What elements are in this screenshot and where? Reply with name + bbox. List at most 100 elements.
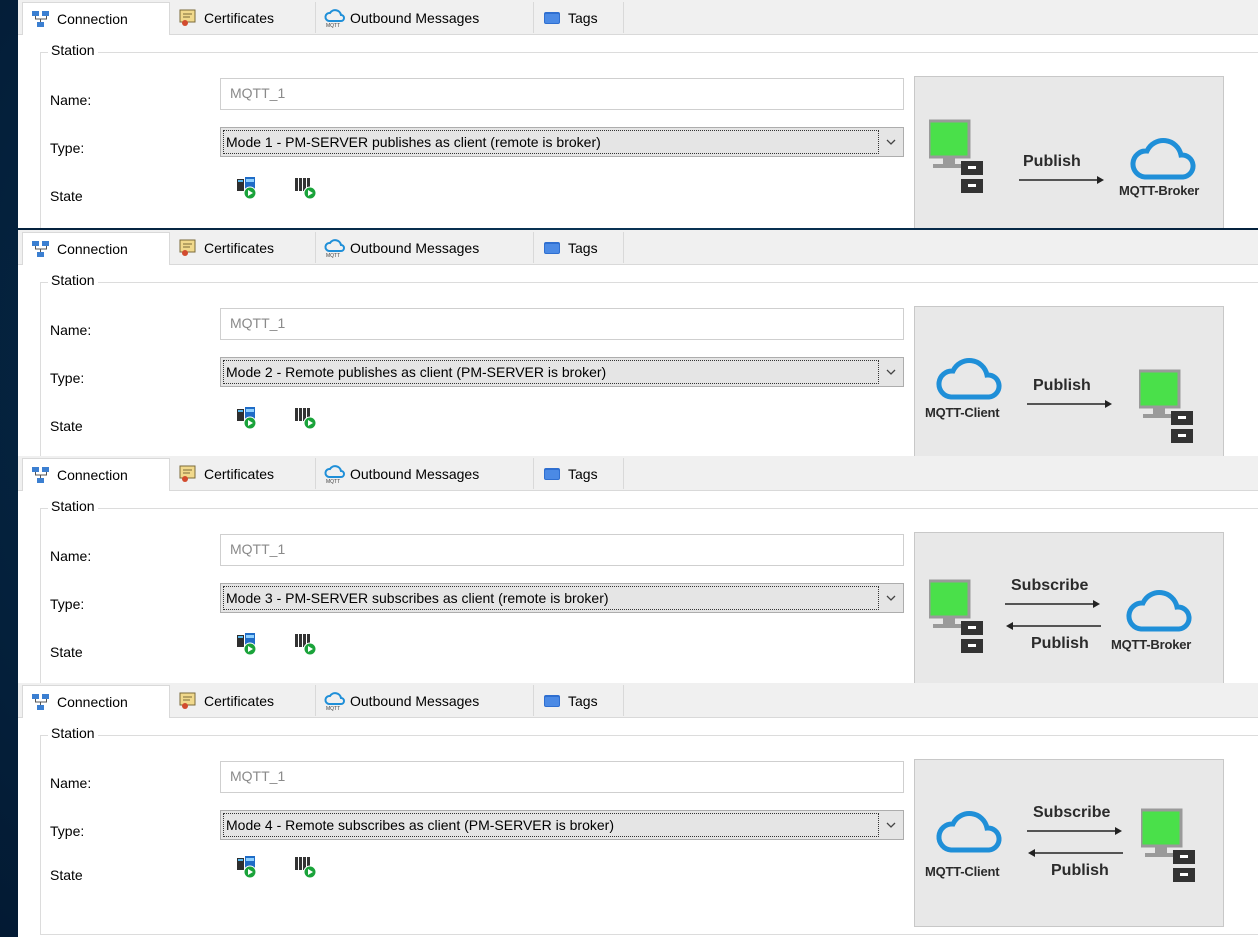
chevron-down-icon	[886, 822, 896, 828]
server-start-icon[interactable]	[236, 632, 260, 656]
tab-certificates[interactable]: Certificates	[170, 685, 316, 716]
tab-connection[interactable]: Connection	[22, 458, 170, 491]
pm-server-computer-icon	[1141, 808, 1195, 882]
state-label: State	[50, 644, 83, 660]
type-selected-value: Mode 3 - PM-SERVER subscribes as client …	[223, 586, 879, 610]
name-field[interactable]: MQTT_1	[220, 761, 904, 793]
certificate-icon	[178, 691, 198, 711]
tab-outbound-messages[interactable]: MQTT Outbound Messages	[316, 2, 534, 33]
device-rack-start-icon[interactable]	[294, 176, 318, 200]
mqtt-station-panel-4: Connection Certificates MQTT Outbound Me…	[18, 683, 1258, 937]
svg-text:MQTT: MQTT	[326, 479, 340, 484]
station-group-label: Station	[48, 725, 98, 741]
tab-connection[interactable]: Connection	[22, 232, 170, 265]
certificate-icon	[178, 238, 198, 258]
mode-diagram: Publish MQTT-Broker	[914, 76, 1224, 228]
name-label: Name:	[50, 322, 92, 338]
pm-server-computer-icon	[929, 119, 983, 193]
tab-bar: Connection Certificates MQTT Outbound Me…	[18, 683, 1258, 718]
diagram-node-label: MQTT-Broker	[1119, 183, 1200, 198]
station-group-label: Station	[48, 272, 98, 288]
tab-connection[interactable]: Connection	[22, 2, 170, 35]
type-dropdown[interactable]: Mode 4 - Remote subscribes as client (PM…	[220, 810, 904, 840]
mqtt-station-panel-2: Connection Certificates MQTT Outbound Me…	[18, 230, 1258, 458]
tab-certificates-label: Certificates	[204, 239, 275, 256]
diagram-arrow-bottom-label: Publish	[1051, 862, 1109, 879]
cloud-icon	[1126, 590, 1192, 632]
type-label: Type:	[50, 596, 85, 612]
tab-tags-label: Tags	[568, 9, 598, 26]
tab-tags-label: Tags	[568, 692, 598, 709]
network-icon	[31, 239, 51, 259]
tab-outbound-messages[interactable]: MQTT Outbound Messages	[316, 232, 534, 263]
tab-connection-label: Connection	[57, 241, 128, 257]
tab-tags[interactable]: Tags	[534, 685, 624, 716]
type-selected-value: Mode 4 - Remote subscribes as client (PM…	[223, 813, 879, 837]
diagram-arrow-top-label: Publish	[1033, 377, 1091, 394]
arrow-right-icon	[1019, 176, 1104, 184]
network-icon	[31, 465, 51, 485]
arrow-right-icon	[1005, 600, 1100, 608]
tab-bar: Connection Certificates MQTT Outbound Me…	[18, 0, 1258, 35]
tab-tags-label: Tags	[568, 465, 598, 482]
state-label: State	[50, 418, 83, 434]
device-rack-start-icon[interactable]	[294, 632, 318, 656]
mode-diagram: MQTT-Client Subscribe Publish	[914, 759, 1224, 927]
tab-tags[interactable]: Tags	[534, 458, 624, 489]
mqtt-cloud-icon: MQTT	[324, 8, 345, 29]
device-rack-start-icon[interactable]	[294, 855, 318, 879]
mqtt-cloud-icon: MQTT	[324, 464, 345, 485]
tab-connection-label: Connection	[57, 467, 128, 483]
tab-certificates-label: Certificates	[204, 9, 275, 26]
svg-text:MQTT: MQTT	[326, 253, 340, 258]
tab-outbound-messages-label: Outbound Messages	[350, 692, 480, 709]
type-label: Type:	[50, 140, 85, 156]
tab-outbound-messages-label: Outbound Messages	[350, 239, 480, 256]
type-dropdown[interactable]: Mode 1 - PM-SERVER publishes as client (…	[220, 127, 904, 157]
tab-certificates[interactable]: Certificates	[170, 458, 316, 489]
folder-icon	[542, 8, 562, 28]
name-label: Name:	[50, 548, 92, 564]
server-start-icon[interactable]	[236, 406, 260, 430]
type-dropdown[interactable]: Mode 3 - PM-SERVER subscribes as client …	[220, 583, 904, 613]
tab-connection[interactable]: Connection	[22, 685, 170, 718]
tab-tags[interactable]: Tags	[534, 2, 624, 33]
mqtt-station-panel-3: Connection Certificates MQTT Outbound Me…	[18, 456, 1258, 684]
folder-icon	[542, 691, 562, 711]
tab-tags[interactable]: Tags	[534, 232, 624, 263]
name-field[interactable]: MQTT_1	[220, 78, 904, 110]
server-start-icon[interactable]	[236, 855, 260, 879]
tab-outbound-messages[interactable]: MQTT Outbound Messages	[316, 458, 534, 489]
name-field[interactable]: MQTT_1	[220, 308, 904, 340]
state-label: State	[50, 867, 83, 883]
tab-connection-label: Connection	[57, 11, 128, 27]
arrow-right-icon	[1027, 400, 1112, 408]
arrow-left-icon	[1006, 622, 1101, 630]
chevron-down-icon	[886, 139, 896, 145]
type-dropdown[interactable]: Mode 2 - Remote publishes as client (PM-…	[220, 357, 904, 387]
station-group-label: Station	[48, 498, 98, 514]
tab-certificates[interactable]: Certificates	[170, 2, 316, 33]
name-label: Name:	[50, 775, 92, 791]
diagram-node-label: MQTT-Client	[925, 864, 1000, 879]
diagram-node-label: MQTT-Broker	[1111, 637, 1192, 652]
name-field[interactable]: MQTT_1	[220, 534, 904, 566]
pm-server-computer-icon	[929, 579, 983, 653]
tab-certificates[interactable]: Certificates	[170, 232, 316, 263]
tab-outbound-messages[interactable]: MQTT Outbound Messages	[316, 685, 534, 716]
chevron-down-icon	[886, 369, 896, 375]
network-icon	[31, 9, 51, 29]
device-rack-start-icon[interactable]	[294, 406, 318, 430]
server-start-icon[interactable]	[236, 176, 260, 200]
type-selected-value: Mode 2 - Remote publishes as client (PM-…	[223, 360, 879, 384]
cloud-icon	[1130, 138, 1196, 180]
tab-tags-label: Tags	[568, 239, 598, 256]
tab-outbound-messages-label: Outbound Messages	[350, 465, 480, 482]
network-icon	[31, 692, 51, 712]
mode-diagram: MQTT-Client Publish	[914, 306, 1224, 458]
station-group-label: Station	[48, 42, 98, 58]
type-label: Type:	[50, 823, 85, 839]
mode-diagram: Subscribe Publish MQTT-Broker	[914, 532, 1224, 684]
arrow-right-icon	[1027, 827, 1122, 835]
svg-text:MQTT: MQTT	[326, 23, 340, 28]
